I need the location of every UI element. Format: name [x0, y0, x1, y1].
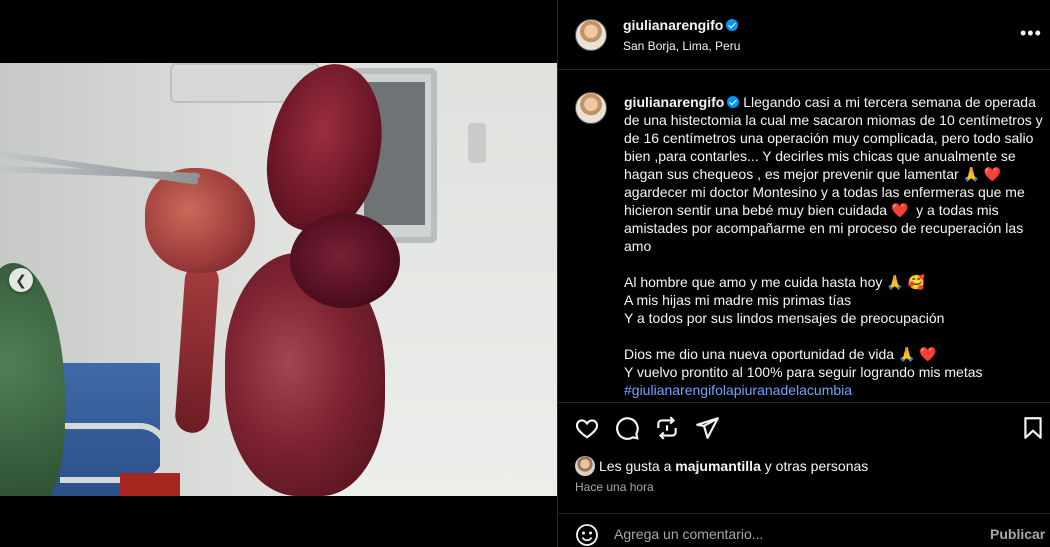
avatar[interactable] — [575, 19, 607, 51]
post-actions — [558, 402, 1050, 452]
photo-organ-tail — [174, 262, 220, 434]
publish-button[interactable]: Publicar — [990, 526, 1045, 542]
caption-hashtag[interactable]: #giulianarengifolapiuranadelacumbia — [624, 382, 852, 398]
likes-summary[interactable]: Les gusta a majumantilla y otras persona… — [575, 456, 868, 476]
photo-red-object — [120, 473, 180, 496]
likes-user-link[interactable]: majumantilla — [675, 458, 761, 474]
post-location[interactable]: San Borja, Lima, Peru — [623, 39, 740, 53]
chevron-left-icon[interactable]: ❮ — [9, 268, 33, 292]
repost-icon[interactable] — [654, 415, 680, 441]
photo-organ-left — [145, 168, 255, 273]
more-options-icon[interactable]: ••• — [1020, 24, 1042, 42]
caption-username[interactable]: giulianarengifo — [624, 94, 724, 110]
send-icon[interactable] — [694, 415, 720, 441]
comment-bar: Publicar — [558, 513, 1050, 547]
photo-pipe — [468, 123, 486, 163]
comment-icon[interactable] — [614, 415, 640, 441]
post-header: giulianarengifo San Borja, Lima, Peru ••… — [558, 0, 1050, 70]
caption-avatar[interactable] — [575, 92, 607, 124]
media-viewer: ❮ — [0, 0, 557, 547]
photo-surgical-gown — [0, 263, 65, 496]
avatar[interactable] — [575, 456, 595, 476]
photo-organ-right — [290, 213, 400, 308]
verified-badge-icon — [727, 96, 740, 108]
comment-input[interactable] — [614, 524, 954, 544]
caption-area: giulianarengifo Llegando casi a mi terce… — [558, 70, 1050, 402]
caption-text: giulianarengifo Llegando casi a mi terce… — [624, 93, 1044, 399]
caption-body: Llegando casi a mi tercera semana de ope… — [624, 94, 1043, 380]
verified-badge-icon — [726, 19, 739, 31]
bookmark-icon[interactable] — [1020, 415, 1046, 441]
header-username[interactable]: giulianarengifo — [623, 17, 739, 33]
post-side-panel: giulianarengifo San Borja, Lima, Peru ••… — [557, 0, 1050, 547]
emoji-icon[interactable] — [575, 523, 599, 547]
post-timestamp[interactable]: Hace una hora — [575, 480, 654, 494]
heart-icon[interactable] — [574, 415, 600, 441]
post-photo[interactable] — [0, 63, 557, 496]
